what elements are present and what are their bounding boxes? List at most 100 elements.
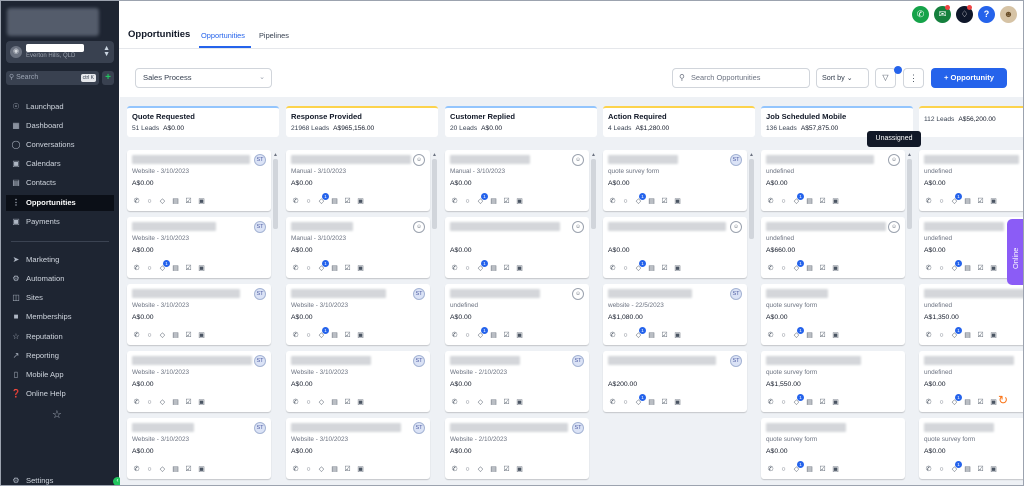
- phone-icon[interactable]: ✆: [924, 197, 933, 206]
- chat-icon[interactable]: ○: [304, 465, 313, 474]
- calendar-icon[interactable]: ▣: [197, 398, 206, 407]
- task-icon[interactable]: ☑: [660, 264, 669, 273]
- chat-icon[interactable]: ○: [145, 264, 154, 273]
- phone-icon[interactable]: ✆: [924, 264, 933, 273]
- task-icon[interactable]: ☑: [976, 264, 985, 273]
- task-icon[interactable]: ☑: [976, 465, 985, 474]
- task-icon[interactable]: ☑: [502, 465, 511, 474]
- chat-icon[interactable]: ○: [304, 197, 313, 206]
- document-icon[interactable]: ▤: [489, 398, 498, 407]
- task-icon[interactable]: ☑: [660, 197, 669, 206]
- calendar-icon[interactable]: ▣: [989, 197, 998, 206]
- document-icon[interactable]: ▤: [489, 264, 498, 273]
- calendar-icon[interactable]: ▣: [989, 331, 998, 340]
- document-icon[interactable]: ▤: [805, 465, 814, 474]
- tag-icon[interactable]: ◇ 1: [317, 193, 329, 206]
- phone-icon[interactable]: ✆: [912, 6, 929, 23]
- tag-icon[interactable]: ◇ 1: [950, 260, 962, 273]
- scroll-up-icon[interactable]: ▲: [907, 152, 912, 158]
- sidebar-item-dashboard[interactable]: ▦ Dashboard: [6, 118, 114, 134]
- opportunity-card[interactable]: Manual - 3/10/2023 A$0.00 ☺ ✆ ○ ◇ 1 ▤ ☑ ▣: [445, 150, 589, 211]
- opportunity-card[interactable]: Website - 3/10/2023 A$0.00 ST ✆ ○ ◇ ▤ ☑ ▣: [127, 150, 271, 211]
- phone-icon[interactable]: ✆: [291, 331, 300, 340]
- task-icon[interactable]: ☑: [818, 465, 827, 474]
- tag-icon[interactable]: ◇: [317, 465, 326, 474]
- column-scrollbar[interactable]: [591, 159, 596, 229]
- chat-icon[interactable]: ○: [779, 264, 788, 273]
- task-icon[interactable]: ☑: [184, 197, 193, 206]
- opportunity-card[interactable]: quote survey form A$1,550.00 ✆ ○ ◇ 1 ▤ ☑ ▣: [761, 351, 905, 412]
- phone-icon[interactable]: ✆: [608, 264, 617, 273]
- document-icon[interactable]: ▤: [330, 197, 339, 206]
- opportunity-card[interactable]: Website - 3/10/2023 A$0.00 ST ✆ ○ ◇ ▤ ☑ ▣: [127, 351, 271, 412]
- document-icon[interactable]: ▤: [330, 264, 339, 273]
- document-icon[interactable]: ▤: [963, 465, 972, 474]
- tag-icon[interactable]: ◇ 1: [792, 461, 804, 474]
- chat-icon[interactable]: ○: [304, 264, 313, 273]
- phone-icon[interactable]: ✆: [132, 398, 141, 407]
- sidebar-search-input[interactable]: ⚲ Search ctrl K: [6, 71, 99, 85]
- document-icon[interactable]: ▤: [489, 331, 498, 340]
- sidebar-item-settings[interactable]: ⚙ Settings: [6, 473, 114, 485]
- opportunity-card[interactable]: A$0.00 ☺ ✆ ○ ◇ 1 ▤ ☑ ▣: [603, 217, 747, 278]
- chat-icon[interactable]: ○: [779, 465, 788, 474]
- tag-icon[interactable]: ◇ 1: [792, 394, 804, 407]
- phone-icon[interactable]: ✆: [291, 197, 300, 206]
- task-icon[interactable]: ☑: [343, 197, 352, 206]
- tag-icon[interactable]: ◇ 1: [792, 260, 804, 273]
- document-icon[interactable]: ▤: [805, 331, 814, 340]
- phone-icon[interactable]: ✆: [450, 465, 459, 474]
- sidebar-item-reputation[interactable]: ☆ Reputation: [6, 329, 114, 345]
- column-scrollbar[interactable]: [907, 159, 912, 229]
- assignee-badge[interactable]: ST: [413, 355, 425, 367]
- chat-icon[interactable]: ○: [621, 197, 630, 206]
- calendar-icon[interactable]: ▣: [673, 197, 682, 206]
- scroll-up-icon[interactable]: ▲: [749, 152, 754, 158]
- calendar-icon[interactable]: ▣: [673, 264, 682, 273]
- assignee-badge[interactable]: ST: [254, 154, 266, 166]
- sidebar-item-payments[interactable]: ▣ Payments: [6, 214, 114, 230]
- phone-icon[interactable]: ✆: [291, 465, 300, 474]
- document-icon[interactable]: ▤: [171, 398, 180, 407]
- opportunity-card[interactable]: Website - 3/10/2023 A$0.00 ST ✆ ○ ◇ 1 ▤ ☑ ▣: [127, 217, 271, 278]
- add-opportunity-button[interactable]: + Opportunity: [931, 68, 1007, 88]
- opportunity-card[interactable]: undefined A$0.00 ✆ ○ ◇ 1 ▤ ☑ ▣: [919, 150, 1023, 211]
- opportunity-card[interactable]: A$200.00 ST ✆ ○ ◇ 1 ▤ ☑ ▣: [603, 351, 747, 412]
- document-icon[interactable]: ▤: [647, 331, 656, 340]
- opportunity-card[interactable]: Website - 3/10/2023 A$0.00 ST ✆ ○ ◇ 1 ▤ ☑ ▣: [286, 284, 430, 345]
- more-options-button[interactable]: ⋮: [903, 68, 924, 88]
- calendar-icon[interactable]: ▣: [831, 197, 840, 206]
- chat-icon[interactable]: ○: [145, 465, 154, 474]
- assignee-badge[interactable]: ST: [254, 422, 266, 434]
- tag-icon[interactable]: ◇: [158, 197, 167, 206]
- phone-icon[interactable]: ✆: [132, 465, 141, 474]
- chat-icon[interactable]: ○: [937, 264, 946, 273]
- phone-icon[interactable]: ✆: [450, 264, 459, 273]
- phone-icon[interactable]: ✆: [450, 331, 459, 340]
- tag-icon[interactable]: ◇: [476, 465, 485, 474]
- tag-icon[interactable]: ◇ 1: [634, 394, 646, 407]
- task-icon[interactable]: ☑: [502, 331, 511, 340]
- document-icon[interactable]: ▤: [963, 264, 972, 273]
- task-icon[interactable]: ☑: [818, 398, 827, 407]
- chat-icon[interactable]: ○: [145, 331, 154, 340]
- task-icon[interactable]: ☑: [502, 264, 511, 273]
- calendar-icon[interactable]: ▣: [831, 465, 840, 474]
- tag-icon[interactable]: ◇: [476, 398, 485, 407]
- opportunity-card[interactable]: undefined A$0.00 ☺ ✆ ○ ◇ 1 ▤ ☑ ▣: [761, 150, 905, 211]
- calendar-icon[interactable]: ▣: [515, 197, 524, 206]
- chat-icon[interactable]: ○: [463, 331, 472, 340]
- assignee-badge[interactable]: ST: [413, 422, 425, 434]
- unassigned-user-icon[interactable]: ☺: [413, 221, 425, 233]
- opportunity-card[interactable]: quote survey form A$0.00 ✆ ○ ◇ 1 ▤ ☑ ▣: [761, 418, 905, 479]
- tab-opportunities[interactable]: Opportunities: [201, 31, 245, 40]
- tag-icon[interactable]: ◇ 1: [950, 394, 962, 407]
- quick-add-button[interactable]: +: [102, 71, 114, 85]
- chat-icon[interactable]: ○: [304, 331, 313, 340]
- assignee-badge[interactable]: ST: [572, 355, 584, 367]
- document-icon[interactable]: ▤: [171, 465, 180, 474]
- document-icon[interactable]: ▤: [171, 264, 180, 273]
- chat-icon[interactable]: ○: [937, 331, 946, 340]
- phone-icon[interactable]: ✆: [608, 197, 617, 206]
- calendar-icon[interactable]: ▣: [356, 197, 365, 206]
